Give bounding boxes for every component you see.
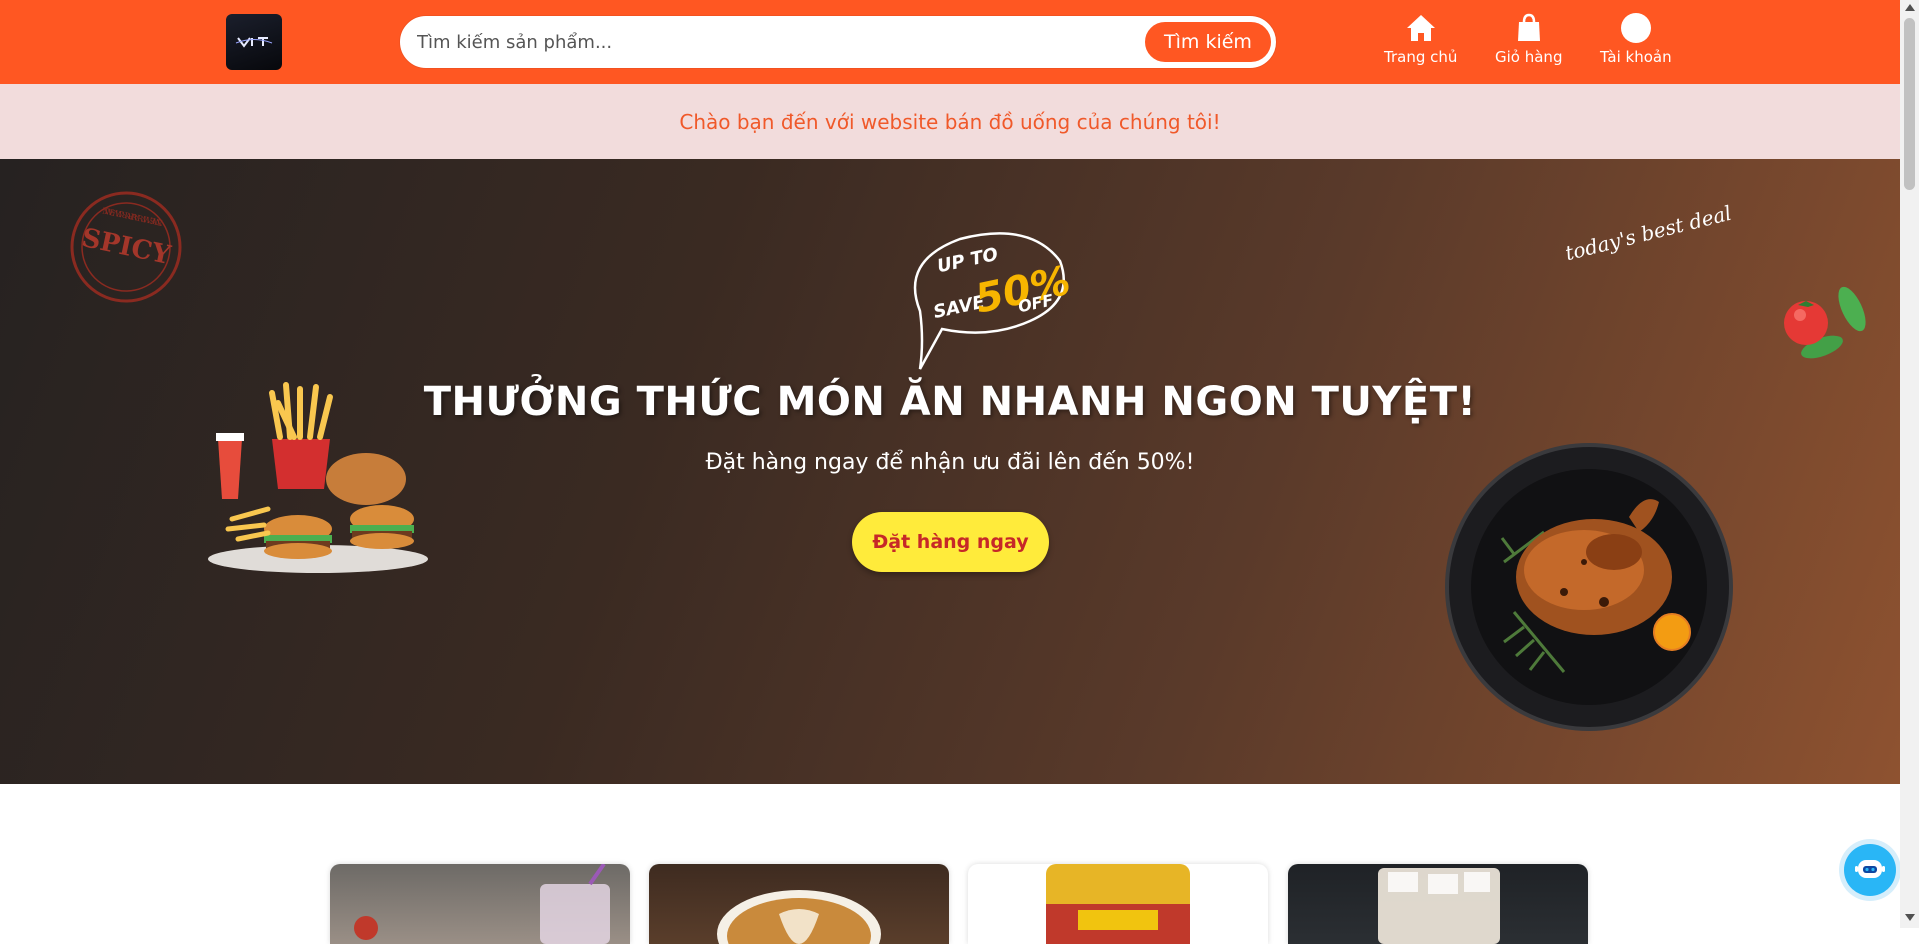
product-card[interactable]: [1288, 864, 1588, 944]
page-scrollbar[interactable]: [1900, 0, 1919, 928]
search-button[interactable]: Tìm kiếm: [1143, 20, 1273, 64]
home-icon: [1406, 15, 1435, 41]
scroll-down-arrow-icon[interactable]: [1905, 914, 1915, 921]
chat-button[interactable]: [1844, 844, 1896, 896]
nav-home-label: Trang chủ: [1384, 48, 1458, 66]
search-bar: Tìm kiếm: [400, 16, 1276, 68]
welcome-text: Chào bạn đến với website bán đồ uống của…: [679, 109, 1221, 134]
nav-cart[interactable]: Giỏ hàng: [1495, 12, 1562, 72]
product-grid: [0, 784, 1900, 944]
svg-text:UP TO: UP TO: [935, 244, 1000, 277]
product-image: [717, 890, 881, 944]
nav-home[interactable]: Trang chủ: [1384, 12, 1457, 72]
promo-bubble-icon: UP TO SAVE 50% OFF: [913, 232, 1070, 370]
scroll-up-arrow-icon[interactable]: [1905, 4, 1915, 11]
product-image: [1378, 868, 1500, 944]
svg-text:NEW ARRIVAL: NEW ARRIVAL: [101, 205, 163, 227]
product-card[interactable]: [968, 864, 1268, 944]
user-icon: [1620, 13, 1651, 43]
best-deal-text: today's best deal: [1562, 200, 1734, 266]
nav-account-label: Tài khoản: [1600, 48, 1672, 66]
site-logo[interactable]: [226, 14, 282, 70]
product-card[interactable]: [649, 864, 949, 944]
logo-mark-icon: [235, 37, 273, 48]
scroll-thumb[interactable]: [1904, 18, 1915, 190]
product-image: [1046, 864, 1190, 944]
product-card[interactable]: [330, 864, 630, 944]
top-header: Tìm kiếm Trang chủ Giỏ hàng Tài khoản: [0, 0, 1900, 84]
nav-account[interactable]: Tài khoản: [1600, 12, 1672, 72]
chatbot-icon: [1855, 860, 1885, 878]
svg-text:SPICY: SPICY: [79, 223, 173, 271]
search-input[interactable]: [417, 19, 1117, 65]
hero-title: THƯỞNG THỨC MÓN ĂN NHANH NGON TUYỆT!: [423, 379, 1477, 425]
spicy-stamp-icon: SPICY NEW ARRIVAL NEW ARRIVAL: [70, 191, 182, 303]
shopping-bag-icon: [1517, 13, 1540, 41]
order-now-button[interactable]: Đặt hàng ngay: [852, 512, 1049, 572]
tomato-basil-icon: [1784, 286, 1866, 359]
roast-chicken-plate-image: [1445, 443, 1733, 731]
welcome-banner: Chào bạn đến với website bán đồ uống của…: [0, 84, 1900, 159]
product-image: [354, 864, 610, 944]
hero-banner: SPICY NEW ARRIVAL NEW ARRIVAL UP TO SAVE…: [0, 159, 1900, 784]
nav-cart-label: Giỏ hàng: [1495, 48, 1563, 66]
